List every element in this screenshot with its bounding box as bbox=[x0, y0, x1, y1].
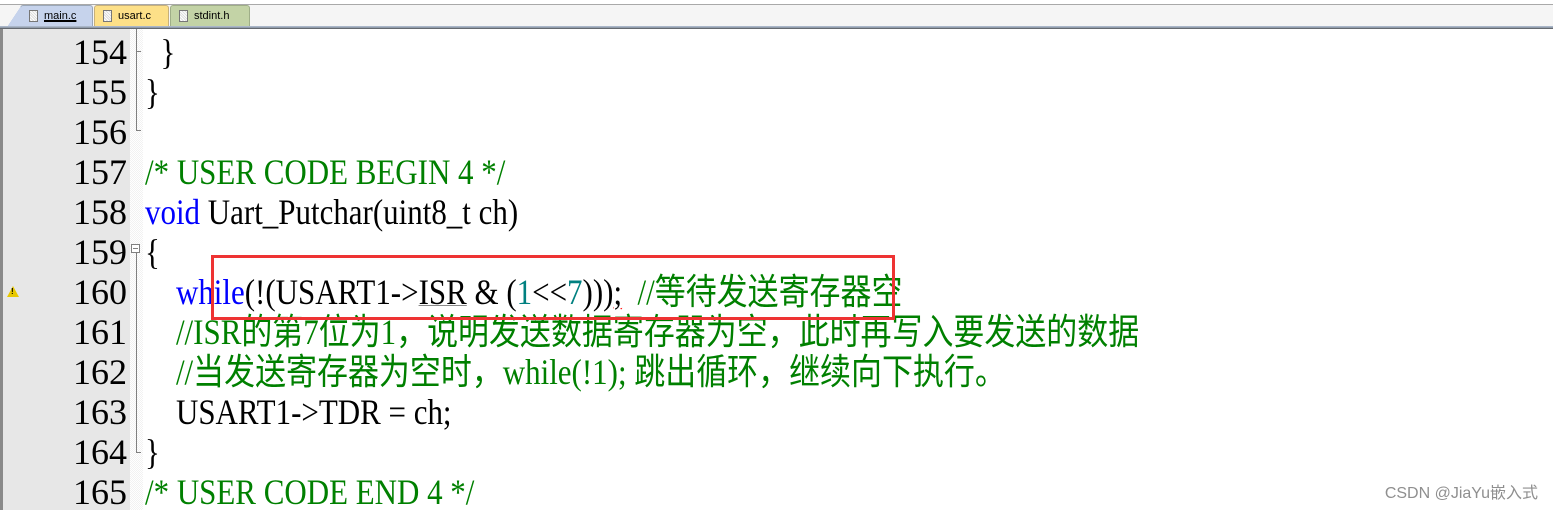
fold-end-tick bbox=[136, 51, 141, 52]
file-icon bbox=[179, 10, 188, 22]
line-number: 155 bbox=[73, 72, 127, 112]
code-line[interactable]: 156 bbox=[0, 112, 1553, 152]
comment-token: //当发送寄存器为空时，while(!1); 跳出循环，继续向下执行。 bbox=[175, 352, 1006, 392]
code-text: /* USER CODE BEGIN 4 */ bbox=[145, 152, 505, 192]
code-line[interactable]: 155} bbox=[0, 72, 1553, 112]
fold-end-tick bbox=[136, 452, 141, 453]
code-token: } bbox=[160, 32, 176, 72]
code-line[interactable]: 164} bbox=[0, 432, 1553, 472]
code-text: /* USER CODE END 4 */ bbox=[145, 472, 474, 512]
code-text: { bbox=[145, 232, 160, 272]
line-number: 156 bbox=[73, 112, 127, 152]
code-text: //当发送寄存器为空时，while(!1); 跳出循环，继续向下执行。 bbox=[145, 352, 1006, 392]
code-text: } bbox=[145, 32, 175, 72]
line-number: 157 bbox=[73, 152, 127, 192]
tab-label: main.c bbox=[44, 10, 77, 22]
line-number: 161 bbox=[73, 312, 127, 352]
line-number: 162 bbox=[73, 352, 127, 392]
line-number: 164 bbox=[73, 432, 127, 472]
fold-guide bbox=[136, 253, 137, 452]
keyword-token: void bbox=[145, 192, 201, 232]
code-text: } bbox=[145, 432, 160, 472]
line-number: 160 bbox=[73, 272, 127, 312]
code-text: USART1->TDR = ch; bbox=[145, 392, 452, 432]
code-line[interactable]: 165 /* USER CODE END 4 */ bbox=[0, 472, 1553, 512]
watermark: CSDN @JiaYu嵌入式 bbox=[1384, 485, 1538, 502]
fold-guide bbox=[136, 29, 137, 131]
code-line[interactable]: 158 void Uart_Putchar(uint8_t ch) bbox=[0, 192, 1553, 232]
annotation-highlight-box bbox=[211, 255, 895, 320]
code-text: } bbox=[145, 72, 160, 112]
editor-tab-bar: main.c usart.c stdint.h bbox=[0, 0, 1553, 29]
code-line[interactable]: 157 /* USER CODE BEGIN 4 */ bbox=[0, 152, 1553, 192]
code-line[interactable]: 162 //当发送寄存器为空时，while(!1); 跳出循环，继续向下执行。 bbox=[0, 352, 1553, 392]
line-number: 154 bbox=[73, 32, 127, 72]
code-line[interactable]: 154 } bbox=[0, 32, 1553, 72]
fold-collapse-icon[interactable] bbox=[131, 244, 140, 253]
code-token: } bbox=[145, 432, 160, 472]
code-text: void Uart_Putchar(uint8_t ch) bbox=[145, 192, 518, 232]
warning-icon[interactable] bbox=[7, 286, 19, 297]
code-token: USART1->TDR = ch; bbox=[175, 392, 452, 432]
line-number: 159 bbox=[73, 232, 127, 272]
file-icon bbox=[29, 10, 38, 22]
file-icon bbox=[103, 10, 112, 22]
code-token: Uart_Putchar(uint8_t ch) bbox=[200, 192, 519, 232]
tab-label: usart.c bbox=[118, 10, 152, 22]
line-number: 163 bbox=[73, 392, 127, 432]
tab-stdint-h[interactable]: stdint.h bbox=[170, 5, 250, 26]
tab-label: stdint.h bbox=[194, 10, 230, 22]
line-number: 165 bbox=[73, 472, 127, 512]
code-token: } bbox=[145, 72, 160, 112]
code-line[interactable]: 163 USART1->TDR = ch; bbox=[0, 392, 1553, 432]
comment-token: /* USER CODE BEGIN 4 */ bbox=[145, 152, 506, 192]
code-token: { bbox=[145, 232, 160, 272]
fold-end-tick bbox=[136, 130, 141, 131]
tab-usart-c[interactable]: usart.c bbox=[94, 5, 169, 26]
line-number: 158 bbox=[73, 192, 127, 232]
comment-token: /* USER CODE END 4 */ bbox=[145, 472, 475, 512]
tab-main-c[interactable]: main.c bbox=[7, 5, 93, 27]
